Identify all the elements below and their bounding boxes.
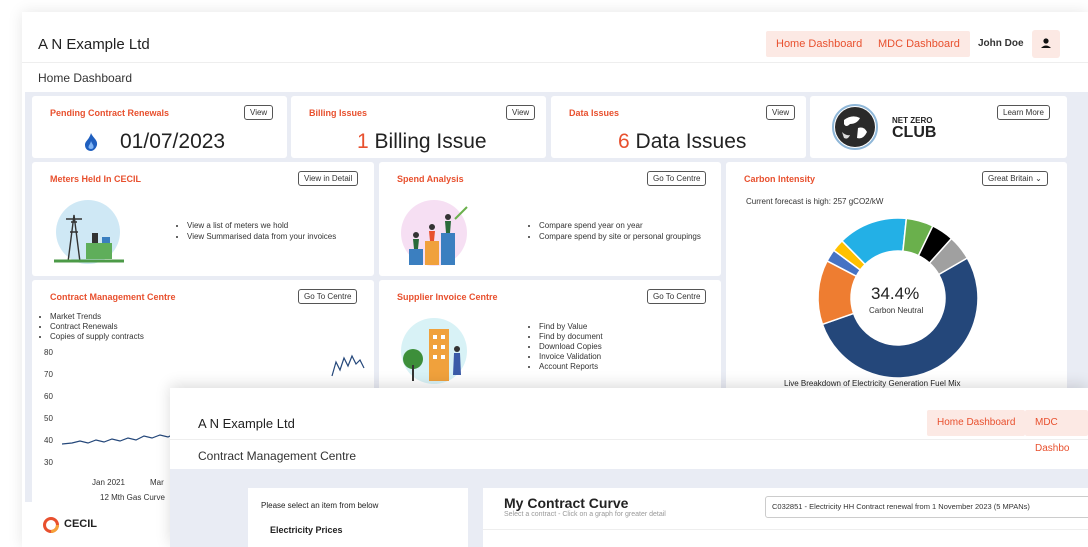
data-issues-card: Data Issues View 6 Data Issues xyxy=(551,96,806,158)
contract-management-window: A N Example Ltd Home Dashboard MDC Dashb… xyxy=(170,388,1088,547)
net-zero-line2: CLUB xyxy=(892,124,937,141)
breadcrumb-row: Contract Management Centre xyxy=(170,439,1088,469)
globe-icon xyxy=(832,104,878,150)
bullet-item: Contract Renewals xyxy=(50,322,240,332)
billing-issues-value: 1 Billing Issue xyxy=(357,130,487,154)
bullet-item: Compare spend by site or personal groupi… xyxy=(539,231,714,242)
view-button[interactable]: View xyxy=(506,105,536,120)
card-title: Spend Analysis xyxy=(397,174,464,184)
net-zero-card: NET ZERO CLUB Learn More xyxy=(810,96,1067,158)
curve-title: My Contract Curve xyxy=(504,495,629,511)
fuel-mix-caption: Live Breakdown of Electricity Generation… xyxy=(784,379,961,388)
billing-issues-card: Billing Issues View 1 Billing Issue xyxy=(291,96,546,158)
supplier-bullets: Find by Value Find by document Download … xyxy=(529,322,714,372)
company-name: A N Example Ltd xyxy=(198,416,295,431)
meters-bullets: View a list of meters we hold View Summa… xyxy=(177,220,367,242)
bullet-item: Market Trends xyxy=(50,312,240,322)
card-title: Carbon Intensity xyxy=(744,174,816,184)
curve-subtitle: Select a contract - Click on a graph for… xyxy=(504,511,666,518)
user-name: John Doe xyxy=(978,38,1024,49)
contract-select-value: C032851 - Electricity HH Contract renewa… xyxy=(772,502,1030,511)
panel-divider xyxy=(483,529,1088,530)
home-dashboard-button[interactable]: Home Dashboard xyxy=(766,31,873,57)
mdc-dashboard-button[interactable]: MDC Dashbo xyxy=(1025,410,1088,454)
mdc-dashboard-button[interactable]: MDC Dashboard xyxy=(868,31,970,57)
spend-analysis-card: Spend Analysis Go To Centre Compare spen… xyxy=(379,162,721,276)
carbon-neutral-percent: 34.4% xyxy=(871,284,920,303)
pending-date: 01/07/2023 xyxy=(120,130,226,153)
contract-select[interactable]: C032851 - Electricity HH Contract renewa… xyxy=(765,496,1088,518)
people-illustration xyxy=(401,200,468,266)
carbon-forecast: Current forecast is high: 257 gCO2/kW xyxy=(746,197,884,206)
region-select[interactable]: Great Britain ⌄ xyxy=(982,171,1048,186)
contract-curve-panel: My Contract Curve Select a contract - Cl… xyxy=(483,488,1088,547)
bullet-item: Compare spend year on year xyxy=(539,220,714,231)
x-tick: Mar xyxy=(150,478,164,487)
item-select-panel: Please select an item from below Electri… xyxy=(248,488,468,547)
supplier-invoice-card: Supplier Invoice Centre Go To Centre Fin… xyxy=(379,280,721,394)
y-tick: 30 xyxy=(44,458,53,467)
card-title: Pending Contract Renewals xyxy=(50,108,170,118)
bullet-item: View a list of meters we hold xyxy=(187,220,367,231)
view-button[interactable]: View xyxy=(766,105,796,120)
company-name: A N Example Ltd xyxy=(38,36,150,53)
y-tick: 70 xyxy=(44,370,53,379)
user-avatar-button[interactable] xyxy=(1032,30,1060,58)
flame-icon xyxy=(85,133,98,151)
contract-bullets: Market Trends Contract Renewals Copies o… xyxy=(40,312,240,342)
card-title: Data Issues xyxy=(569,108,620,118)
go-to-centre-button[interactable]: Go To Centre xyxy=(647,289,707,304)
go-to-centre-button[interactable]: Go To Centre xyxy=(647,171,707,186)
contract-management-body: Please select an item from below Electri… xyxy=(170,469,1088,547)
gas-curve-caption: 12 Mth Gas Curve xyxy=(100,493,165,502)
data-issues-text: Data Issues xyxy=(629,130,747,153)
carbon-neutral-label: Carbon Neutral xyxy=(869,306,924,315)
y-tick: 40 xyxy=(44,436,53,445)
data-issues-value: 6 Data Issues xyxy=(618,130,746,154)
card-title: Billing Issues xyxy=(309,108,368,118)
bullet-item: Find by Value xyxy=(539,322,714,332)
billing-issues-text: Billing Issue xyxy=(368,130,487,153)
chevron-down-icon: ⌄ xyxy=(1035,174,1042,183)
pylon-illustration xyxy=(54,200,124,264)
data-issues-count: 6 xyxy=(618,130,630,153)
view-button[interactable]: View xyxy=(244,105,274,120)
bullet-item: Invoice Validation xyxy=(539,352,714,362)
breadcrumb: Contract Management Centre xyxy=(198,449,357,463)
electricity-prices-section[interactable]: Electricity Prices xyxy=(270,525,343,535)
breadcrumb-row: Home Dashboard xyxy=(22,62,1088,92)
pending-renewals-card: Pending Contract Renewals View 01/07/202… xyxy=(32,96,287,158)
bullet-item: Download Copies xyxy=(539,342,714,352)
bullet-item: View Summarised data from your invoices xyxy=(187,231,367,242)
breadcrumb: Home Dashboard xyxy=(38,71,133,85)
learn-more-button[interactable]: Learn More xyxy=(997,105,1050,120)
card-title: Contract Management Centre xyxy=(50,292,176,302)
cecil-ring-icon xyxy=(43,517,59,533)
y-tick: 80 xyxy=(44,348,53,357)
cecil-logo: CECIL xyxy=(22,502,170,547)
region-value: Great Britain xyxy=(988,174,1033,183)
x-tick: Jan 2021 xyxy=(92,478,125,487)
y-tick: 60 xyxy=(44,392,53,401)
cecil-logo-text: CECIL xyxy=(64,518,97,530)
bullet-item: Find by document xyxy=(539,332,714,342)
card-title: Supplier Invoice Centre xyxy=(397,292,498,302)
bullet-item: Account Reports xyxy=(539,362,714,372)
y-tick: 50 xyxy=(44,414,53,423)
building-illustration xyxy=(401,318,467,384)
user-icon xyxy=(1041,38,1051,48)
go-to-centre-button[interactable]: Go To Centre xyxy=(298,289,358,304)
billing-issues-count: 1 xyxy=(357,130,369,153)
home-dashboard-button[interactable]: Home Dashboard xyxy=(927,410,1026,436)
view-in-detail-button[interactable]: View in Detail xyxy=(298,171,359,186)
card-title: Meters Held In CECIL xyxy=(50,174,142,184)
spend-bullets: Compare spend year on year Compare spend… xyxy=(529,220,714,242)
select-prompt: Please select an item from below xyxy=(261,501,379,510)
carbon-intensity-card: Carbon Intensity Great Britain ⌄ Current… xyxy=(726,162,1067,392)
meters-card: Meters Held In CECIL View in Detail View… xyxy=(32,162,374,276)
